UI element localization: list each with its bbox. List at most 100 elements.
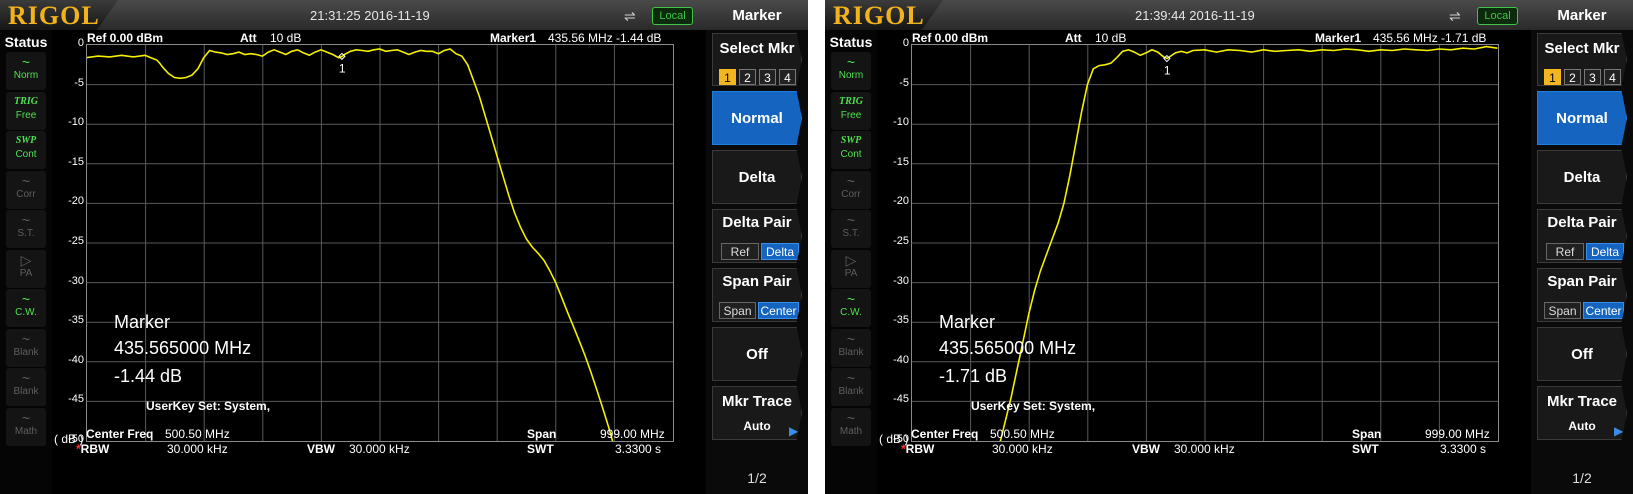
- marker-select-3[interactable]: 3: [759, 69, 776, 85]
- span-pair-center[interactable]: Center: [1583, 302, 1624, 319]
- status-item-cw: ~ C.W.: [831, 289, 871, 327]
- delta-button[interactable]: Delta: [712, 150, 802, 204]
- status-icon: TRIG: [839, 95, 863, 107]
- marker-select-1[interactable]: 1: [1544, 69, 1561, 85]
- delta-pair-button[interactable]: Delta Pair Ref Delta: [712, 209, 802, 263]
- span-value: 999.00 MHz: [600, 427, 665, 441]
- select-marker-button[interactable]: Select Mkr 1234: [1537, 33, 1627, 86]
- status-icon: TRIG: [14, 95, 38, 107]
- swt-label: SWT: [527, 442, 554, 456]
- marker-flag-label: 1: [1164, 64, 1171, 78]
- y-tick-label: -35: [893, 314, 909, 327]
- page-indicator[interactable]: 1/2: [1531, 470, 1633, 486]
- analyzer-screen-right: RIGOL 21:39:44 2016-11-19 ⇌ Local Status…: [825, 0, 1633, 494]
- delta-button[interactable]: Delta: [1537, 150, 1627, 204]
- span-label: Span: [1352, 427, 1382, 441]
- local-badge[interactable]: Local: [652, 7, 693, 25]
- status-icon: ~: [846, 212, 856, 228]
- status-item-norm: ~ Norm: [831, 52, 871, 90]
- delta-pair-button[interactable]: Delta Pair Ref Delta: [1537, 209, 1627, 263]
- status-icon: SWP: [840, 135, 862, 146]
- marker-panel-title: Marker: [114, 312, 171, 332]
- mkr-trace-value: Auto: [743, 419, 771, 433]
- status-item-label: Blank: [13, 386, 39, 397]
- status-item-blank: ~ Blank: [6, 328, 46, 367]
- userkey-set: UserKey Set: System,: [146, 399, 271, 413]
- status-item-label: Cont: [840, 149, 862, 160]
- y-tick-label: -10: [893, 116, 909, 129]
- marker-panel-freq: 435.565000 MHz: [114, 338, 252, 358]
- status-item-label: Free: [840, 109, 862, 121]
- marker-select-3[interactable]: 3: [1584, 69, 1601, 85]
- status-title: Status: [4, 34, 48, 50]
- status-item-blank: ~ Blank: [6, 368, 46, 406]
- vbw-label: VBW: [307, 442, 335, 456]
- status-item-label: Math: [839, 425, 863, 437]
- status-item-label: Blank: [838, 386, 864, 397]
- spectrum-display: Ref 0.00 dBm Att 10 dB Marker1 435.56 MH…: [52, 30, 706, 494]
- span-pair-center[interactable]: Center: [758, 302, 799, 319]
- status-item-label: Corr: [841, 188, 861, 200]
- vbw-value: 30.000 kHz: [349, 442, 410, 456]
- arrow-right-icon: ▶: [789, 424, 799, 438]
- logo-text: RIGOL: [8, 1, 100, 30]
- y-tick-label: -40: [68, 353, 84, 366]
- marker-select-2[interactable]: 2: [1564, 69, 1581, 85]
- userkey-set: UserKey Set: System,: [971, 399, 1096, 413]
- y-tick-label: -10: [68, 116, 84, 129]
- off-label: Off: [1571, 346, 1593, 363]
- marker-panel-title: Marker: [939, 312, 996, 332]
- off-button[interactable]: Off: [712, 327, 802, 381]
- span-pair-button[interactable]: Span Pair Span Center: [712, 268, 802, 322]
- span-label: Span: [527, 427, 557, 441]
- mkr-trace-button[interactable]: Mkr Trace Auto ▶: [712, 386, 802, 440]
- delta-pair-delta[interactable]: Delta: [1586, 243, 1624, 260]
- normal-button[interactable]: Normal: [1537, 91, 1627, 145]
- marker-select-4[interactable]: 4: [1604, 69, 1621, 85]
- marker-select-2[interactable]: 2: [739, 69, 756, 85]
- marker-readout-value: 435.56 MHz -1.44 dB: [548, 31, 662, 45]
- local-badge[interactable]: Local: [1477, 7, 1518, 25]
- status-icon: ~: [21, 172, 31, 189]
- swt-value: 3.3300 s: [1440, 442, 1487, 456]
- status-item-label: S.T.: [17, 228, 35, 239]
- rbw-label-text: RBW: [905, 442, 935, 456]
- delta-pair-label: Delta Pair: [722, 214, 792, 231]
- y-tick-label: 0: [77, 37, 84, 49]
- spectrum-display: Ref 0.00 dBm Att 10 dB Marker1 435.56 MH…: [877, 30, 1531, 494]
- off-button[interactable]: Off: [1537, 327, 1627, 381]
- delta-pair-ref[interactable]: Ref: [721, 243, 759, 260]
- normal-button[interactable]: Normal: [712, 91, 802, 145]
- status-column: Status ~ Norm TRIG Free SWP Cont ~ Corr ~ S.T. ▷ PA…: [0, 30, 53, 494]
- status-item-label: Math: [14, 425, 38, 437]
- rbw-value: 30.000 kHz: [167, 442, 228, 456]
- status-title: Status: [829, 34, 873, 50]
- status-item-free: TRIG Free: [831, 91, 871, 130]
- status-item-st: ~ S.T.: [831, 210, 871, 248]
- marker-select-4[interactable]: 4: [779, 69, 796, 85]
- y-tick-label: -25: [68, 235, 84, 247]
- page-indicator[interactable]: 1/2: [706, 470, 808, 486]
- y-tick-label: -30: [68, 274, 84, 287]
- marker-panel-level: -1.71 dB: [939, 366, 1008, 386]
- status-item-corr: ~ Corr: [831, 170, 871, 209]
- mkr-trace-label: Mkr Trace: [721, 393, 793, 410]
- status-item-label: S.T.: [842, 228, 860, 239]
- y-tick-label: -45: [68, 393, 84, 406]
- datetime: 21:31:25 2016-11-19: [310, 8, 430, 23]
- status-icon: ~: [21, 370, 31, 386]
- span-pair-button[interactable]: Span Pair Span Center: [1537, 268, 1627, 322]
- off-label: Off: [746, 346, 768, 363]
- span-pair-span[interactable]: Span: [1544, 302, 1581, 319]
- status-icon: ~: [846, 54, 856, 70]
- delta-pair-label: Delta Pair: [1547, 214, 1617, 231]
- marker-select-1[interactable]: 1: [719, 69, 736, 85]
- select-marker-button[interactable]: Select Mkr 1234: [712, 33, 802, 86]
- mkr-trace-button[interactable]: Mkr Trace Auto ▶: [1537, 386, 1627, 440]
- y-tick-label: 0: [902, 37, 909, 49]
- delta-pair-delta[interactable]: Delta: [761, 243, 799, 260]
- status-item-blank: ~ Blank: [831, 328, 871, 367]
- status-item-math: ~ Math: [831, 407, 871, 446]
- span-pair-span[interactable]: Span: [719, 302, 756, 319]
- delta-pair-ref[interactable]: Ref: [1546, 243, 1584, 260]
